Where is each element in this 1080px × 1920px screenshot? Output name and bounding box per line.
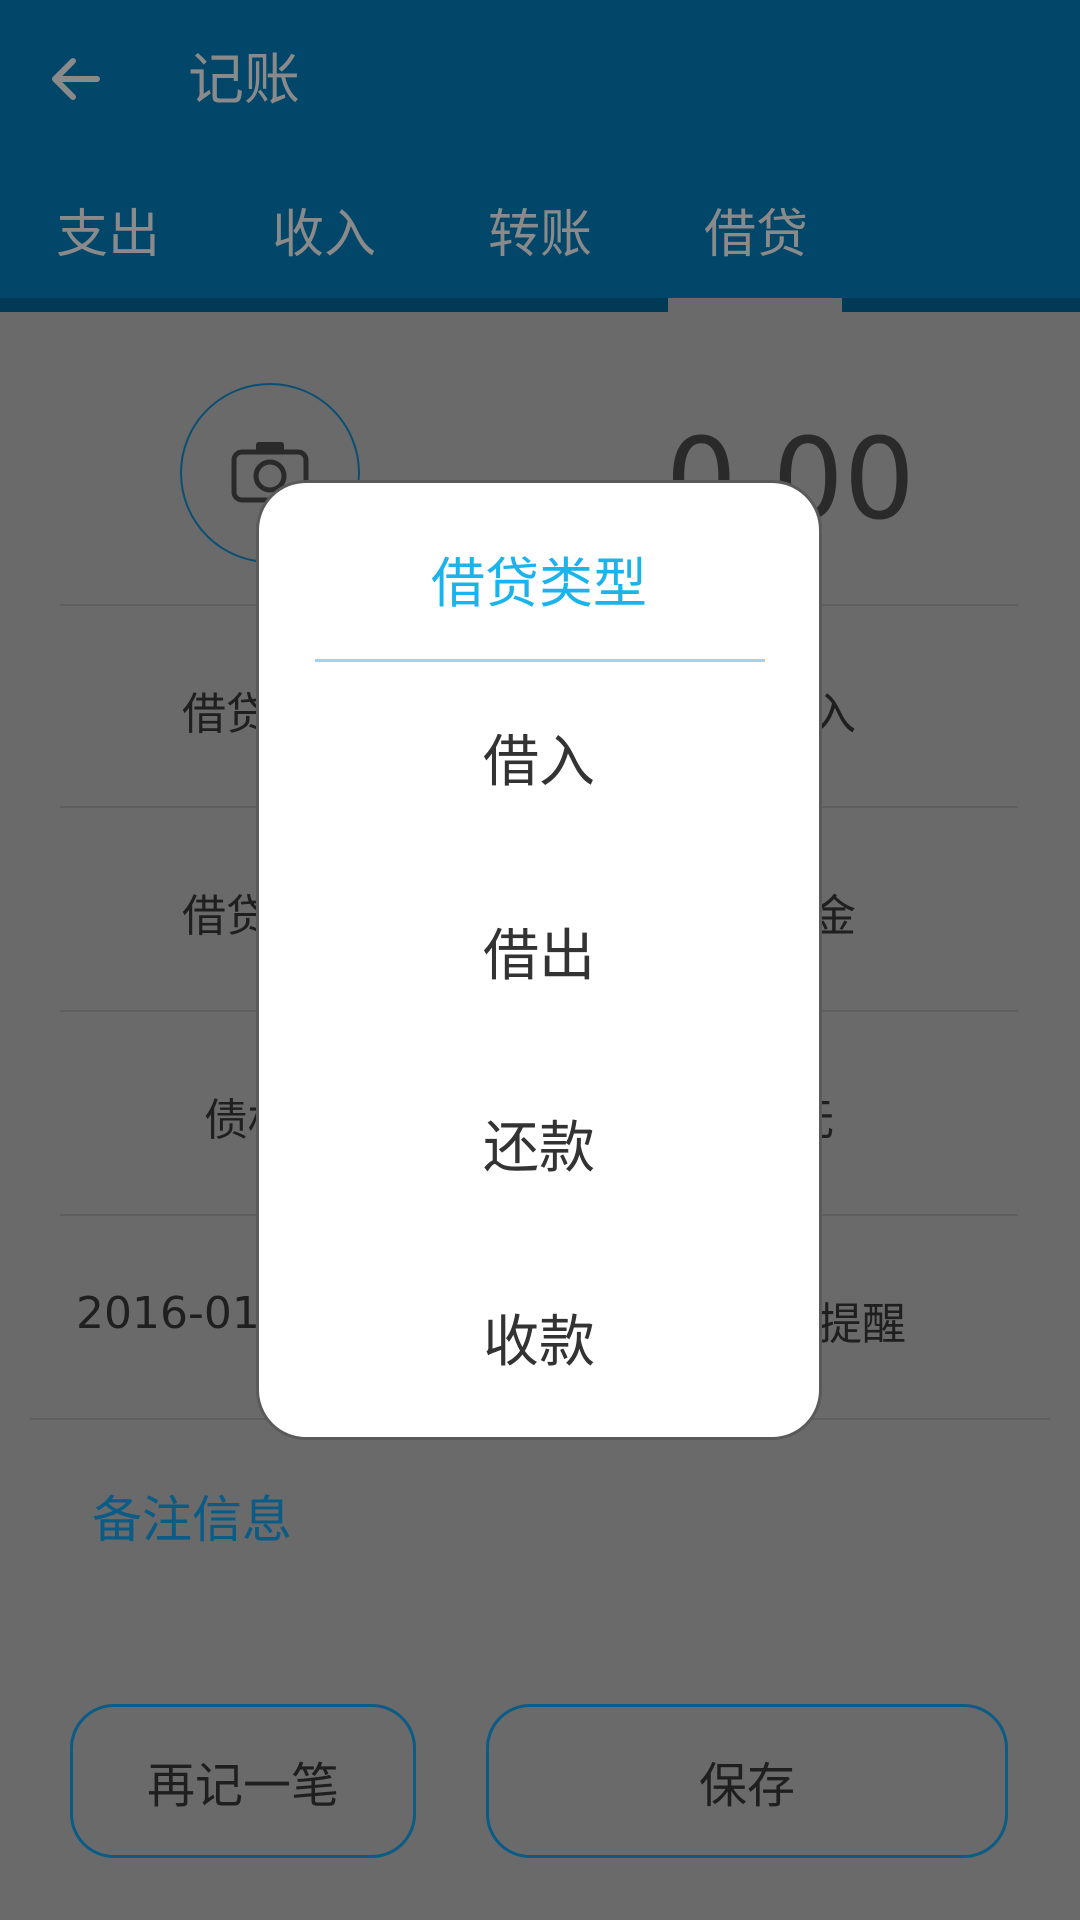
app-bar: 记账 支出 收入 转账 借贷 bbox=[0, 0, 1080, 312]
loan-type-dialog: 借贷类型 借入 借出 还款 收款 bbox=[256, 480, 822, 1440]
dialog-title-divider bbox=[315, 659, 765, 662]
tab-loan[interactable]: 借贷 bbox=[648, 190, 864, 312]
dialog-title: 借贷类型 bbox=[431, 552, 647, 615]
tab-selected-indicator bbox=[668, 298, 842, 312]
back-button[interactable] bbox=[44, 50, 106, 112]
record-again-button[interactable]: 再记一笔 bbox=[70, 1704, 416, 1858]
tab-expense[interactable]: 支出 bbox=[0, 190, 216, 312]
save-button[interactable]: 保存 bbox=[486, 1704, 1008, 1858]
option-repay[interactable]: 还款 bbox=[259, 1089, 819, 1209]
tab-transfer[interactable]: 转账 bbox=[432, 190, 648, 312]
option-lend-out[interactable]: 借出 bbox=[259, 897, 819, 1017]
notes-label[interactable]: 备注信息 bbox=[92, 1480, 292, 1552]
date-field[interactable]: 2016-01 bbox=[76, 1288, 260, 1339]
tab-income[interactable]: 收入 bbox=[216, 190, 432, 312]
reminder-field[interactable]: 提醒 bbox=[818, 1288, 906, 1352]
option-collect[interactable]: 收款 bbox=[259, 1283, 819, 1403]
tab-bar-baseline bbox=[0, 298, 1080, 312]
option-borrow-in[interactable]: 借入 bbox=[259, 703, 819, 823]
page-title: 记账 bbox=[188, 48, 300, 113]
tab-bar: 支出 收入 转账 借贷 bbox=[0, 190, 1080, 312]
arrow-left-icon bbox=[47, 51, 103, 111]
